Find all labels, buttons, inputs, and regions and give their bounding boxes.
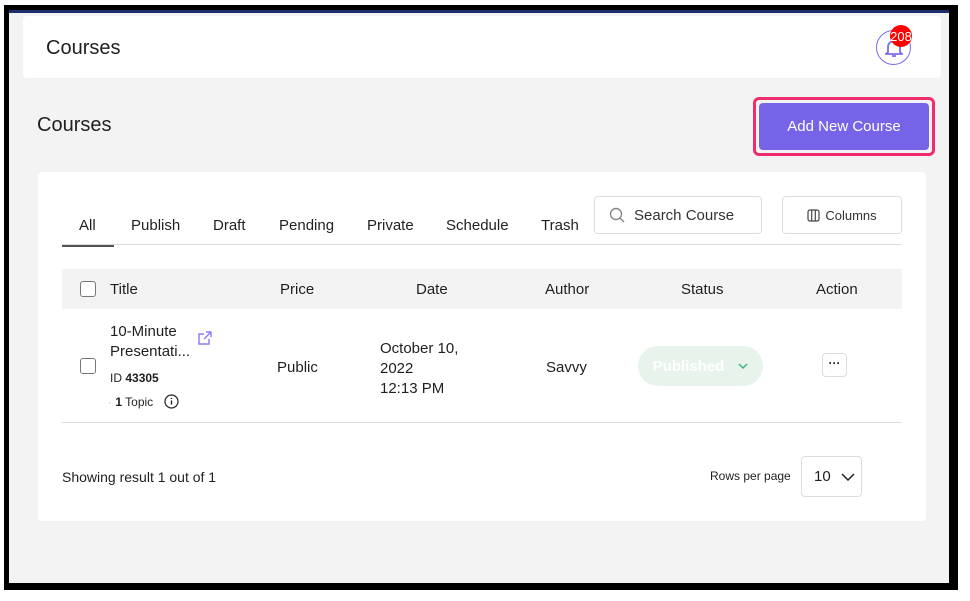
tab-pending[interactable]: Pending — [279, 217, 334, 234]
add-course-highlight: Add New Course — [753, 97, 935, 156]
search-placeholder: Search Course — [634, 206, 735, 224]
header-price: Price — [280, 281, 315, 298]
status-tabs: All Publish Draft Pending Private Schedu… — [62, 207, 902, 247]
status-label: Published — [652, 357, 725, 375]
top-header: Courses 208 — [23, 16, 941, 78]
tab-publish[interactable]: Publish — [131, 217, 180, 234]
chevron-down-icon — [841, 472, 855, 481]
external-link-icon[interactable] — [198, 331, 212, 345]
header-author: Author — [545, 281, 590, 298]
course-price: Public — [277, 359, 318, 376]
columns-button[interactable]: Columns — [782, 196, 902, 234]
header-status: Status — [681, 281, 724, 298]
course-id: ID 43305 — [110, 371, 159, 385]
tab-draft[interactable]: Draft — [213, 217, 246, 234]
courses-card: All Publish Draft Pending Private Schedu… — [38, 172, 926, 521]
tab-all[interactable]: All — [62, 217, 114, 247]
header-title: Title — [110, 281, 138, 298]
rows-per-page-select[interactable]: 10 — [801, 456, 862, 497]
search-icon — [609, 207, 625, 223]
rows-per-page-label: Rows per page — [710, 469, 791, 483]
more-actions-button[interactable]: ··· — [822, 353, 847, 377]
top-accent-bar — [9, 10, 949, 13]
select-all-checkbox[interactable] — [80, 281, 96, 297]
page-title: Courses — [37, 114, 112, 136]
tab-private[interactable]: Private — [367, 217, 414, 234]
columns-icon — [807, 208, 820, 222]
notification-badge: 208 — [890, 25, 912, 47]
tab-schedule[interactable]: Schedule — [446, 217, 509, 234]
course-date: October 10, 2022 12:13 PM — [380, 340, 459, 397]
rows-per-page-value: 10 — [814, 468, 831, 485]
course-author: Savvy — [546, 359, 587, 376]
app-window: Courses 208 Courses Add New Course All P… — [4, 5, 958, 590]
course-title-link[interactable]: 10-Minute Presentati... — [110, 322, 190, 362]
header-title: Courses — [46, 37, 121, 59]
add-new-course-button[interactable]: Add New Course — [759, 103, 929, 150]
row-checkbox[interactable] — [80, 358, 96, 374]
header-date: Date — [416, 281, 448, 298]
search-input[interactable]: Search Course — [594, 196, 762, 234]
header-action: Action — [816, 281, 858, 298]
info-icon[interactable] — [164, 394, 179, 409]
topic-count: · 1 Topic — [108, 395, 154, 409]
table-row: 10-Minute Presentati... ID 43305 · 1 Topi… — [62, 309, 902, 423]
chevron-down-icon — [738, 363, 748, 369]
tab-trash[interactable]: Trash — [541, 217, 579, 234]
columns-label: Columns — [825, 207, 877, 223]
result-count: Showing result 1 out of 1 — [62, 469, 217, 485]
table-header: Title Price Date Author Status Action — [62, 269, 902, 309]
status-dropdown[interactable]: Published — [638, 346, 763, 386]
